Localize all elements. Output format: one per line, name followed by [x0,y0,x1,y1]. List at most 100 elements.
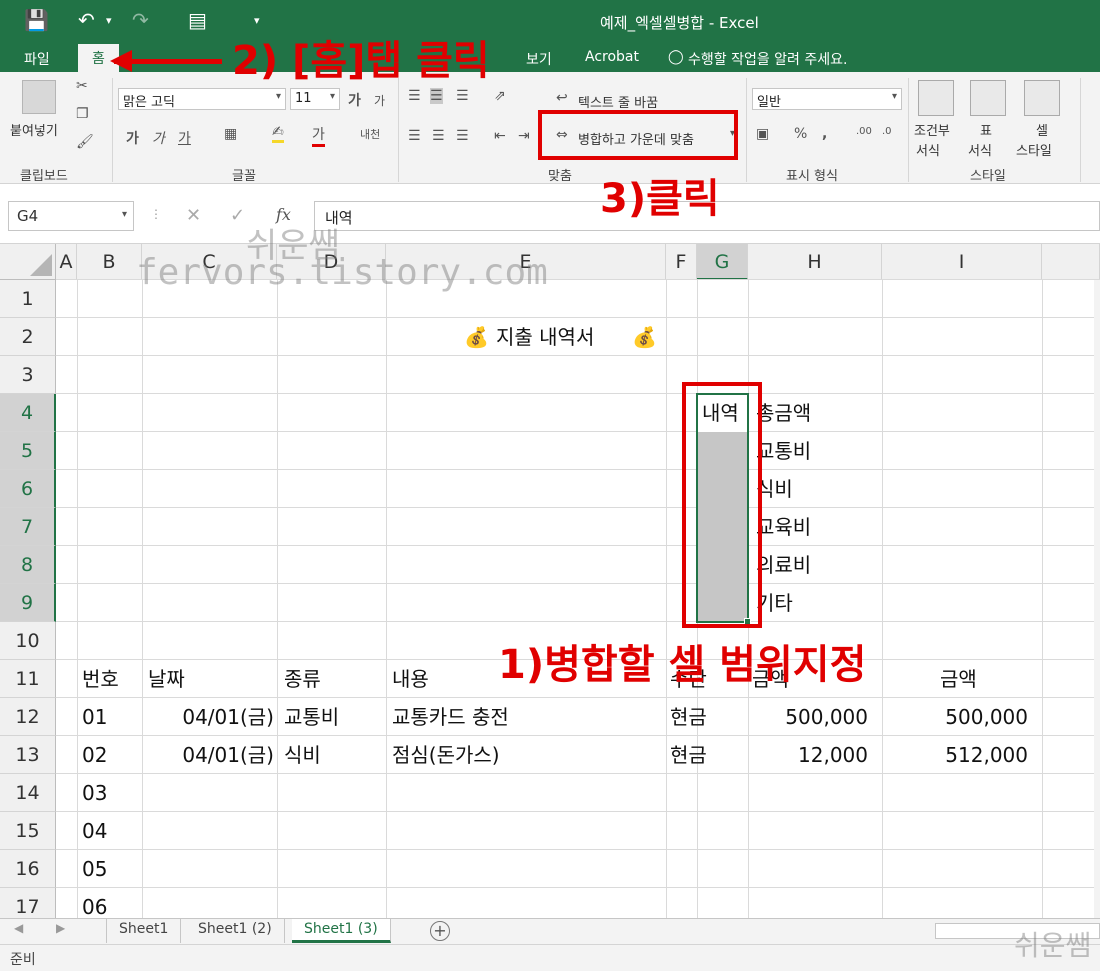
column-header-i[interactable]: I [882,244,1042,280]
comma-icon[interactable]: , [822,126,827,142]
decrease-decimal-icon[interactable]: .0 [882,126,892,137]
row-header-10[interactable]: 10 [0,622,56,660]
cell-styles-label-1[interactable]: 셀 [1036,120,1048,139]
align-bottom-icon[interactable]: ☰ [456,88,469,104]
align-center-icon[interactable]: ☰ [432,128,445,144]
tab-acrobat[interactable]: Acrobat [585,49,639,65]
row-header-16[interactable]: 16 [0,850,56,888]
summary-item: 교통비 [756,439,812,463]
column-header-j[interactable] [1042,244,1100,280]
cell-styles-label-2[interactable]: 스타일 [1016,140,1052,159]
format-table-label-2[interactable]: 서식 [968,140,992,159]
row-header-1[interactable]: 1 [0,280,56,318]
annotation-step3: 3)클릭 [600,176,720,222]
format-painter-icon[interactable]: 🖌 [76,134,94,150]
row-header-7[interactable]: 7 [0,508,56,546]
copy-icon[interactable]: ❐ [76,106,89,122]
row-header-13[interactable]: 13 [0,736,56,774]
orientation-icon[interactable]: ⇗ [494,88,506,104]
align-middle-icon[interactable]: ☰ [430,88,443,104]
wrap-text-icon: ↩ [556,90,568,106]
cell-method: 현금 [670,705,707,729]
row-header-14[interactable]: 14 [0,774,56,812]
conditional-format-label-2[interactable]: 서식 [916,140,940,159]
customize-qat-icon[interactable]: ▾ [254,14,260,27]
row-header-12[interactable]: 12 [0,698,56,736]
number-format-box[interactable]: 일반 ▾ [752,88,902,110]
grid-hline [56,431,1100,432]
vertical-scrollbar[interactable] [1094,280,1100,918]
column-header-g[interactable]: G [697,244,748,280]
row-header-6[interactable]: 6 [0,470,56,508]
borders-icon[interactable]: ▦ [224,126,237,142]
tell-me-box[interactable]: 수행할 작업을 알려 주세요. [688,49,847,69]
decrease-indent-icon[interactable]: ⇤ [494,128,506,144]
column-header-a[interactable]: A [56,244,77,280]
column-header-b[interactable]: B [77,244,142,280]
increase-indent-icon[interactable]: ⇥ [518,128,530,144]
scroll-right-icon[interactable]: ▶ [56,921,65,935]
font-size-box[interactable]: 11 ▾ [290,88,340,110]
form-icon[interactable]: ▤ [188,8,207,32]
select-all-corner[interactable] [0,244,56,280]
row-header-15[interactable]: 15 [0,812,56,850]
format-table-label-1[interactable]: 표 [980,120,992,139]
wrap-text-button[interactable]: 텍스트 줄 바꿈 [578,92,658,111]
conditional-format-icon[interactable] [918,80,954,116]
align-left-icon[interactable]: ☰ [408,128,421,144]
row-header-17[interactable]: 17 [0,888,56,918]
currency-icon[interactable]: ▣ [756,126,769,142]
sheet-tab[interactable]: Sheet1 (2) [186,919,285,943]
scroll-left-icon[interactable]: ◀ [14,921,23,935]
bold-icon[interactable]: 가 [126,128,139,148]
sheet-tab[interactable]: Sheet1 [106,919,182,943]
enter-icon[interactable]: ✓ [230,205,245,226]
title-icon-right: 💰 [632,325,657,349]
cell-type: 식비 [284,743,321,767]
row-header-5[interactable]: 5 [0,432,56,470]
row-header-4[interactable]: 4 [0,394,56,432]
save-icon[interactable]: 💾 [24,8,49,32]
cell-styles-icon[interactable] [1024,80,1060,116]
format-table-icon[interactable] [970,80,1006,116]
annotation-selection-box [682,382,762,628]
font-name-box[interactable]: 맑은 고딕 ▾ [118,88,286,110]
align-top-icon[interactable]: ☰ [408,88,421,104]
conditional-format-label-1[interactable]: 조건부 [914,120,950,139]
summary-item: 의료비 [756,553,812,577]
font-group-label: 글꼴 [232,169,256,184]
increase-decimal-icon[interactable]: .00 [856,126,872,137]
shrink-font-icon[interactable]: 가 [374,92,385,109]
fill-color-icon[interactable]: ✍ [272,124,284,143]
paste-button[interactable]: 붙여넣기 [10,120,58,139]
italic-icon[interactable]: 가 [152,128,165,148]
cell-no: 05 [82,857,108,881]
grow-font-icon[interactable]: 가 [348,90,361,110]
cut-icon[interactable]: ✂ [76,78,88,94]
column-header-f[interactable]: F [666,244,697,280]
row-header-11[interactable]: 11 [0,660,56,698]
percent-icon[interactable]: % [794,126,807,142]
underline-icon[interactable]: 가 [178,128,191,148]
paste-icon[interactable] [22,80,56,114]
styles-group-label: 스타일 [970,169,1006,184]
undo-dropdown-icon[interactable]: ▾ [106,14,112,27]
column-header-h[interactable]: H [748,244,882,280]
cancel-icon[interactable]: ✕ [186,205,201,226]
tab-view[interactable]: 보기 [526,49,552,69]
worksheet-grid[interactable]: ABCDEFGHI 1 2 3 4 5 6 7 8 9 10 11 12 13 14 15 16 17 💰 지출… [0,244,1100,918]
add-sheet-icon[interactable]: + [430,921,450,941]
sheet-tab-active[interactable]: Sheet1 (3) [292,919,391,943]
redo-icon[interactable]: ↷ [132,8,149,32]
grid-hline [56,583,1100,584]
row-header-2[interactable]: 2 [0,318,56,356]
row-header-3[interactable]: 3 [0,356,56,394]
name-box[interactable]: G4 ▾ [8,201,134,231]
row-header-8[interactable]: 8 [0,546,56,584]
font-color-icon[interactable]: 가 [312,124,325,147]
undo-icon[interactable]: ↶ [78,8,95,32]
align-right-icon[interactable]: ☰ [456,128,469,144]
row-header-9[interactable]: 9 [0,584,56,622]
phonetic-icon[interactable]: 내천 [360,126,380,142]
tab-file[interactable]: 파일 [24,49,50,69]
